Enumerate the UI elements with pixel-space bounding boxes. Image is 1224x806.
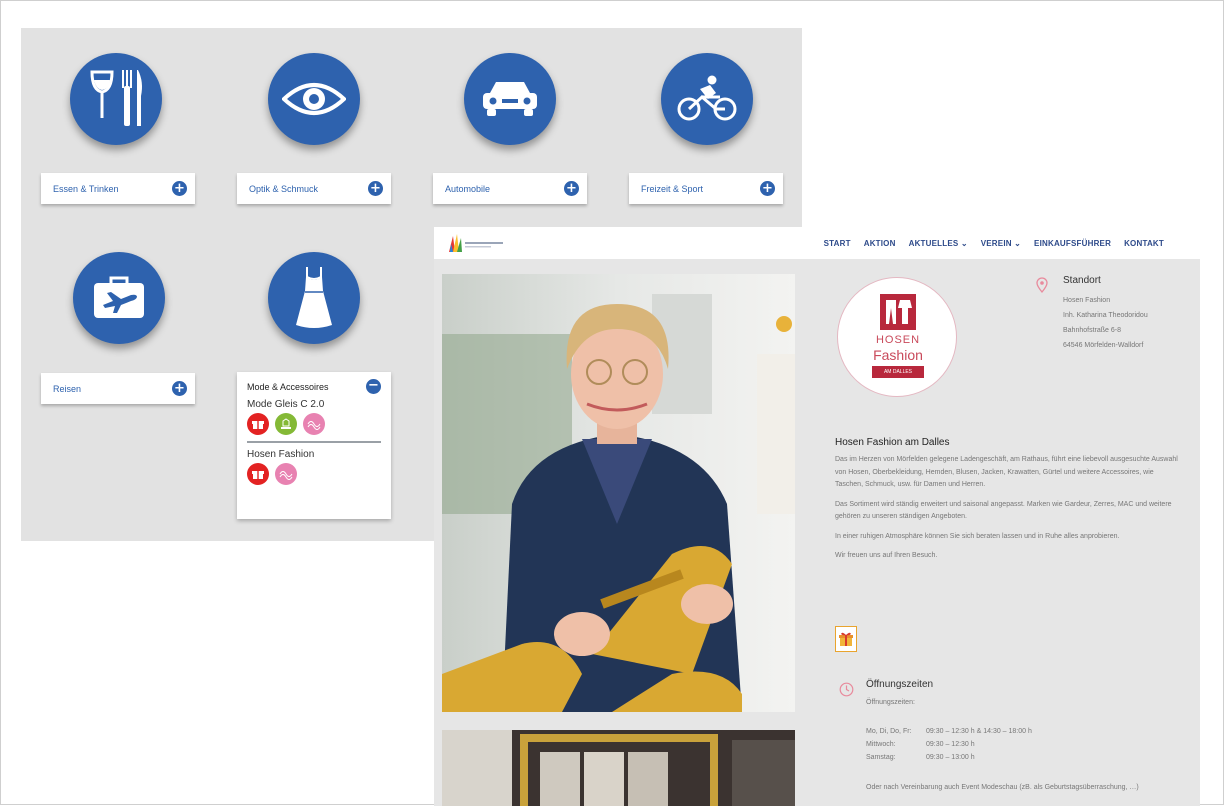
shop-divider bbox=[247, 441, 381, 443]
description-paragraph: Das im Herzen von Mörfelden gelegene Lad… bbox=[835, 456, 1178, 488]
shop-name[interactable]: Hosen Fashion bbox=[247, 449, 381, 460]
category-bar-optik-schmuck[interactable]: Optik & Schmuck + bbox=[237, 173, 391, 204]
category-bar-reisen[interactable]: Reisen + bbox=[41, 373, 195, 404]
nav-verein[interactable]: VEREIN ⌄ bbox=[981, 239, 1021, 248]
shop-badges bbox=[247, 463, 381, 485]
expand-plus-icon[interactable]: + bbox=[172, 381, 187, 396]
shop-logo-line2: Fashion bbox=[873, 347, 923, 363]
collapse-minus-icon[interactable]: − bbox=[366, 379, 381, 394]
pattern-badge-icon[interactable] bbox=[303, 413, 325, 435]
shop-logo-band: AM DALLES bbox=[872, 366, 924, 378]
eye-icon[interactable] bbox=[268, 53, 360, 145]
address-line: Hosen Fashion bbox=[1063, 297, 1111, 304]
location-pin-icon bbox=[1036, 277, 1048, 294]
site-logo[interactable] bbox=[447, 232, 507, 254]
gift-voucher-icon[interactable] bbox=[247, 413, 269, 435]
address-line: Inh. Katharina Theodoridou bbox=[1063, 312, 1148, 319]
description-paragraph: In einer ruhigen Atmosphäre können Sie s… bbox=[835, 532, 1120, 540]
hours-row: Mo, Di, Do, Fr: 09:30 – 12:30 h & 14:30 … bbox=[866, 725, 1032, 738]
car-icon[interactable] bbox=[464, 53, 556, 145]
category-label: Automobile bbox=[445, 183, 491, 194]
shop-badges bbox=[247, 413, 381, 435]
nav-aktuelles[interactable]: AKTUELLES ⌄ bbox=[909, 239, 968, 248]
shop-logo: HOSEN Fashion AM DALLES bbox=[837, 277, 957, 397]
nav-einkaufsfuehrer[interactable]: EINKAUFSFÜHRER bbox=[1034, 239, 1111, 248]
gift-icon[interactable] bbox=[835, 626, 857, 652]
shop-owner-photo bbox=[442, 274, 795, 712]
category-bar-essen-trinken[interactable]: Essen & Trinken + bbox=[41, 173, 195, 204]
description-paragraph: Das Sortiment wird ständig erweitert und… bbox=[835, 500, 1172, 521]
shop-title: Hosen Fashion am Dalles bbox=[835, 437, 950, 448]
address-line: Bahnhofstraße 6-8 bbox=[1063, 327, 1121, 334]
nav-kontakt[interactable]: KONTAKT bbox=[1124, 239, 1164, 248]
green-badge-icon[interactable] bbox=[275, 413, 297, 435]
address-line: 64546 Mörfelden-Walldorf bbox=[1063, 342, 1144, 349]
shop-display-photo bbox=[442, 730, 795, 806]
nav-start[interactable]: START bbox=[824, 239, 851, 248]
top-navigation: START AKTION AKTUELLES ⌄ VEREIN ⌄ EINKAU… bbox=[434, 227, 1200, 259]
nav-links: START AKTION AKTUELLES ⌄ VEREIN ⌄ EINKAU… bbox=[824, 227, 1164, 259]
location-address: Hosen Fashion Inh. Katharina Theodoridou… bbox=[1063, 293, 1148, 353]
travel-suitcase-icon[interactable] bbox=[73, 252, 165, 344]
screenshot-frame: Essen & Trinken + Optik & Schmuck + Auto… bbox=[0, 0, 1224, 806]
category-label: Freizeit & Sport bbox=[641, 183, 704, 194]
category-label: Reisen bbox=[53, 383, 82, 394]
category-bar-freizeit-sport[interactable]: Freizeit & Sport + bbox=[629, 173, 783, 204]
hours-time: 09:30 – 12:30 h bbox=[926, 741, 975, 748]
expanded-header[interactable]: Mode & Accessoires − bbox=[247, 379, 381, 394]
gift-voucher-icon[interactable] bbox=[247, 463, 269, 485]
pattern-badge-icon[interactable] bbox=[275, 463, 297, 485]
category-label: Optik & Schmuck bbox=[249, 183, 319, 194]
location-title: Standort bbox=[1063, 275, 1101, 286]
expand-plus-icon[interactable]: + bbox=[564, 181, 579, 196]
dress-icon[interactable] bbox=[268, 252, 360, 344]
description-paragraph: Wir freuen uns auf Ihren Besuch. bbox=[835, 552, 938, 559]
hours-time: 09:30 – 13:00 h bbox=[926, 754, 975, 761]
opening-hours-subtitle: Öffnungszeiten: bbox=[866, 699, 915, 706]
expanded-category-label: Mode & Accessoires bbox=[247, 381, 329, 392]
opening-hours-note: Oder nach Vereinbarung auch Event Modesc… bbox=[866, 784, 1139, 791]
hours-day: Mittwoch: bbox=[866, 741, 896, 748]
cutlery-icon[interactable] bbox=[70, 53, 162, 145]
clock-icon bbox=[839, 682, 854, 697]
bicycle-icon[interactable] bbox=[661, 53, 753, 145]
nav-aktion[interactable]: AKTION bbox=[864, 239, 896, 248]
shop-logo-line1: HOSEN bbox=[875, 334, 921, 346]
hours-time: 09:30 – 12:30 h & 14:30 – 18:00 h bbox=[926, 728, 1032, 735]
expand-plus-icon[interactable]: + bbox=[368, 181, 383, 196]
hours-day: Samstag: bbox=[866, 754, 896, 761]
category-label: Essen & Trinken bbox=[53, 183, 119, 194]
shop-detail-page: START AKTION AKTUELLES ⌄ VEREIN ⌄ EINKAU… bbox=[434, 227, 1200, 806]
expand-plus-icon[interactable]: + bbox=[172, 181, 187, 196]
hours-row: Samstag: 09:30 – 13:00 h bbox=[866, 751, 1032, 764]
trousers-shirt-icon bbox=[880, 294, 916, 330]
shop-name[interactable]: Mode Gleis C 2.0 bbox=[247, 399, 381, 410]
category-expanded-mode-accessoires[interactable]: Mode & Accessoires − Mode Gleis C 2.0 Ho… bbox=[237, 372, 391, 519]
expand-plus-icon[interactable]: + bbox=[760, 181, 775, 196]
category-bar-automobile[interactable]: Automobile + bbox=[433, 173, 587, 204]
hours-day: Mo, Di, Do, Fr: bbox=[866, 728, 912, 735]
hours-row: Mittwoch: 09:30 – 12:30 h bbox=[866, 738, 1032, 751]
opening-hours-title: Öffnungszeiten bbox=[866, 679, 934, 690]
opening-hours-table: Mo, Di, Do, Fr: 09:30 – 12:30 h & 14:30 … bbox=[866, 725, 1032, 764]
shop-description: Hosen Fashion am Dalles Das im Herzen vo… bbox=[835, 437, 1183, 570]
